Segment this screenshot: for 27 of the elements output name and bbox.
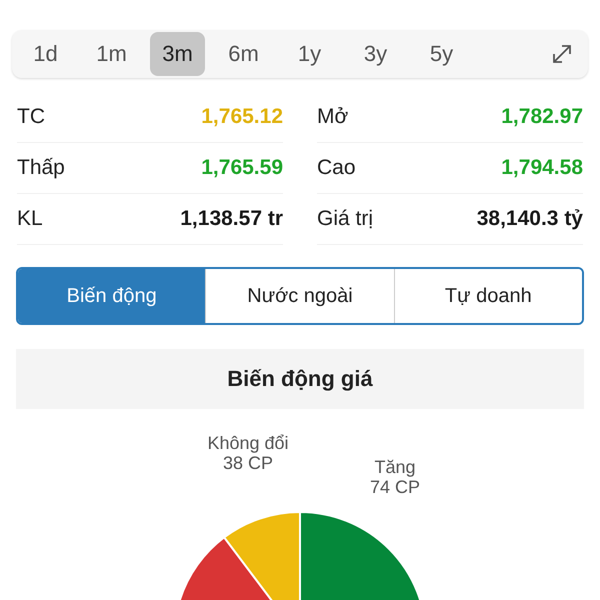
tab[interactable]: Tự doanh	[394, 269, 582, 323]
stat-value: 1,138.57 tr	[180, 207, 283, 231]
slice-label: Tăng	[374, 457, 416, 477]
stat-label: Thấp	[17, 156, 65, 180]
stat-label: Giá trị	[317, 207, 374, 231]
period-tab[interactable]: 5y	[414, 32, 469, 76]
section-title: Biến động giá	[227, 366, 373, 392]
period-tab[interactable]: 3m	[150, 32, 205, 76]
stat-value: 1,794.58	[501, 156, 583, 180]
stat-value: 1,765.59	[201, 156, 283, 180]
period-tab[interactable]: 1d	[18, 32, 73, 76]
period-tab[interactable]: 1y	[282, 32, 337, 76]
slice-label: Không đổi	[207, 433, 289, 453]
slice-count: 38 CP	[222, 453, 274, 473]
stat-label: KL	[17, 207, 43, 231]
stat-label: Mở	[317, 105, 348, 129]
tab[interactable]: Biến động	[18, 269, 206, 323]
stat-label: TC	[17, 105, 45, 129]
period-tab[interactable]: 6m	[216, 32, 271, 76]
stat-value: 1,765.12	[201, 105, 283, 129]
period-tab[interactable]: 3y	[348, 32, 403, 76]
slice-count: 74 CP	[370, 477, 420, 497]
period-tab[interactable]: 1m	[84, 32, 139, 76]
stat-value: 1,782.97	[501, 105, 583, 129]
stat-value: 38,140.3 tỷ	[476, 207, 583, 231]
expand-icon[interactable]	[550, 42, 574, 66]
stat-label: Cao	[317, 156, 356, 180]
